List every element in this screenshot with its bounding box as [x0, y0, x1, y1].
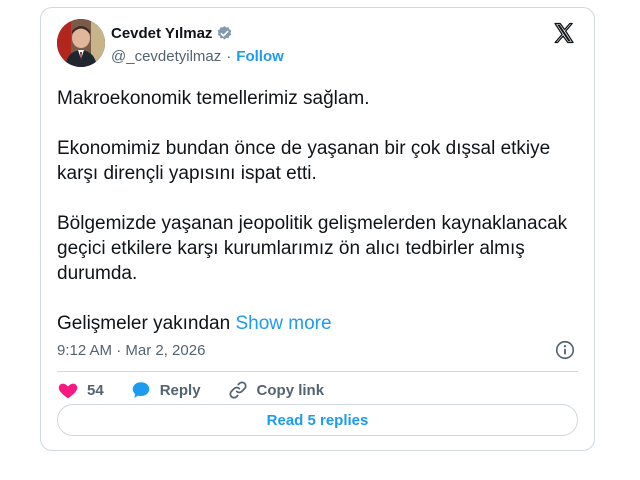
heart-icon [58, 383, 78, 399]
handle-separator: · [226, 47, 232, 65]
like-button[interactable]: 54 [57, 379, 104, 401]
tweet-paragraph-1: Makroekonomik temellerimiz sağlam. [57, 88, 370, 109]
link-icon [229, 381, 247, 399]
x-logo-icon[interactable] [552, 21, 576, 45]
author-name-row: Cevdet Yılmaz [111, 23, 233, 43]
show-more-link[interactable]: Show more [235, 313, 331, 334]
info-icon[interactable] [554, 339, 576, 361]
avatar[interactable] [57, 19, 105, 67]
author-handle-row: @_cevdetyilmaz · Follow [111, 46, 284, 66]
read-replies-button[interactable]: Read 5 replies [57, 404, 578, 436]
verified-badge-icon [216, 25, 233, 42]
tweet-timestamp-row: 9:12 AM · Mar 2, 2026 [57, 339, 205, 361]
read-replies-label: Read 5 replies [266, 411, 369, 429]
tweet-paragraph-4: Gelişmeler yakından Show more [57, 311, 577, 336]
avatar-image [57, 19, 105, 67]
tweet-paragraph-3: Bölgemizde yaşanan jeopolitik gelişmeler… [57, 213, 568, 284]
tweet-text: Makroekonomik temellerimiz sağlam. Ekono… [57, 86, 577, 336]
author-handle[interactable]: @_cevdetyilmaz [111, 48, 221, 65]
tweet-card: Cevdet Yılmaz @_cevdetyilmaz · Follow Ma… [40, 7, 595, 451]
copy-link-label: Copy link [256, 381, 325, 399]
tweet-timestamp[interactable]: 9:12 AM · Mar 2, 2026 [57, 342, 205, 359]
tweet-actions: 54 Reply Copy link [57, 372, 350, 408]
tweet-paragraph-2: Ekonomimiz bundan önce de yaşanan bir ço… [57, 138, 551, 184]
reply-label: Reply [159, 381, 201, 399]
like-count: 54 [87, 381, 104, 399]
copy-link-button[interactable]: Copy link [227, 379, 325, 401]
tweet-truncated-line: Gelişmeler yakından [57, 313, 231, 334]
author-display-name[interactable]: Cevdet Yılmaz [111, 25, 212, 42]
follow-button[interactable]: Follow [236, 48, 284, 65]
speech-bubble-icon [132, 382, 149, 398]
reply-button[interactable]: Reply [130, 379, 201, 401]
